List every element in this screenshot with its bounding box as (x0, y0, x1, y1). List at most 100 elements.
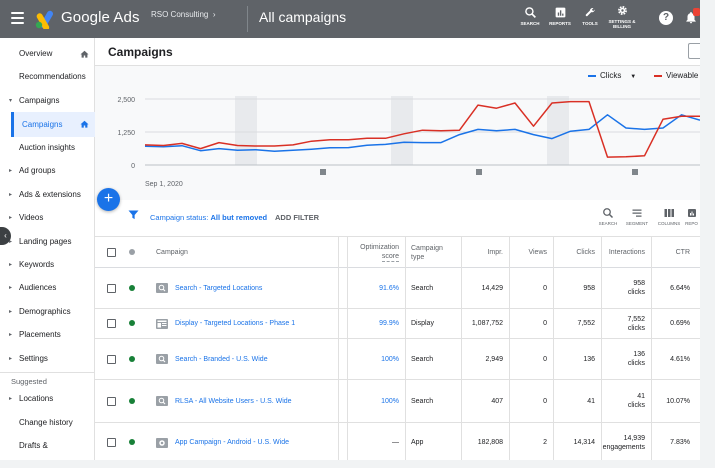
app-campaign-icon (156, 437, 168, 448)
sidebar-item-drafts[interactable]: Drafts & (0, 435, 95, 457)
topbar-search-button[interactable]: SEARCH (513, 6, 547, 26)
table-row[interactable]: Search - Targeted Locations 91.6% Search… (95, 268, 700, 309)
column-header-campaign[interactable]: Campaign (150, 237, 340, 268)
table-row[interactable]: App Campaign - Android - U.S. Wide — App… (95, 423, 700, 463)
sidebar-item-locations[interactable]: ▸ Locations (0, 388, 95, 410)
reports-button[interactable]: REPO (683, 207, 700, 226)
caret-right-icon: ▸ (9, 396, 13, 402)
sidebar-item-audiences[interactable]: ▸ Audiences (0, 277, 95, 299)
topbar-reports-button[interactable]: REPORTS (543, 6, 577, 26)
enabled-status-dot[interactable] (129, 398, 135, 404)
search-campaign-icon (156, 396, 168, 406)
weekend-band (235, 96, 257, 165)
sidebar-item-campaigns-group[interactable]: ▾ Campaigns (0, 90, 95, 112)
account-name: RSO Consulting (151, 10, 209, 19)
annotation-marker (632, 169, 638, 175)
add-campaign-button[interactable]: + (97, 188, 120, 211)
sidebar-item-change-history[interactable]: Change history (0, 412, 95, 434)
campaign-name-link[interactable]: App Campaign - Android - U.S. Wide (150, 423, 345, 462)
metric-selector-viewable[interactable]: Viewable (654, 71, 698, 80)
add-filter-button[interactable]: ADD FILTER (275, 213, 319, 222)
clicks-value: 958 (583, 284, 595, 292)
sidebar-item-overview[interactable]: Overview (0, 43, 95, 65)
column-header-interactions[interactable]: Interactions (601, 237, 651, 268)
ctr-value: 4.61% (670, 355, 690, 363)
optimization-score[interactable]: 91.6% (347, 268, 405, 308)
row-checkbox[interactable] (107, 355, 116, 364)
sidebar-item-label: Campaigns (22, 120, 63, 129)
sidebar-item-campaigns[interactable]: Campaigns (11, 112, 95, 137)
optimization-score[interactable]: 100% (347, 339, 405, 379)
table-row[interactable]: RLSA - All Website Users - U.S. Wide 100… (95, 380, 700, 423)
optimization-score: — (392, 439, 399, 446)
column-header-views[interactable]: Views (509, 237, 553, 268)
campaign-name-link[interactable]: Search - Targeted Locations (150, 268, 345, 308)
column-header-ctr[interactable]: CTR (651, 237, 696, 268)
segment-button[interactable]: SEGMENT (622, 207, 652, 226)
interactions-unit: clicks (627, 289, 645, 296)
column-header-optimization-score[interactable]: Optimization score (347, 237, 405, 268)
sidebar-item-videos[interactable]: ▸ Videos (0, 207, 95, 229)
enabled-status-dot[interactable] (129, 285, 135, 291)
campaign-name-link[interactable]: Search - Branded - U.S. Wide (150, 339, 345, 379)
campaign-name-link[interactable]: RLSA - All Website Users - U.S. Wide (150, 380, 345, 422)
help-icon[interactable]: ? (659, 11, 673, 25)
sidebar-item-auction-insights[interactable]: Auction insights (0, 137, 95, 159)
sidebar-item-demographics[interactable]: ▸ Demographics (0, 301, 95, 323)
sidebar-item-keywords[interactable]: ▸ Keywords (0, 254, 95, 276)
search-campaign-icon (156, 354, 168, 364)
optimization-score[interactable]: 99.9% (347, 309, 405, 338)
enabled-status-dot[interactable] (129, 320, 135, 326)
sidebar-item-recommendations[interactable]: Recommendations (0, 66, 95, 88)
y-tick-label: 1,250 (117, 130, 135, 137)
column-header-campaign-type[interactable]: Campaign type (405, 237, 461, 268)
sidebar-item-ad-groups[interactable]: ▸ Ad groups (0, 160, 95, 182)
google-ads-app: Google Ads RSO Consulting › All campaign… (0, 0, 715, 468)
sidebar-item-landing-pages[interactable]: ▸ Landing pages (0, 231, 95, 253)
column-header-impressions[interactable]: Impr. (461, 237, 509, 268)
caret-right-icon: ▸ (9, 192, 13, 198)
menu-icon[interactable] (11, 12, 24, 24)
campaign-type: App (411, 439, 424, 446)
campaign-name-link[interactable]: Display - Targeted Locations - Phase 1 (150, 309, 345, 338)
row-checkbox[interactable] (107, 284, 116, 293)
row-checkbox[interactable] (107, 438, 116, 447)
sidebar-item-settings[interactable]: ▸ Settings (0, 348, 95, 370)
sidebar-item-ads-extensions[interactable]: ▸ Ads & extensions (0, 184, 95, 206)
sidebar-item-label: Ads & extensions (19, 190, 81, 199)
filter-icon[interactable] (128, 210, 139, 220)
header-label: Interactions (608, 249, 645, 256)
series-line-clicks (144, 114, 701, 153)
column-header-clicks[interactable]: Clicks (553, 237, 601, 268)
date-range-picker[interactable] (688, 43, 700, 59)
caret-right-icon: ▸ (9, 309, 13, 315)
topbar-tools-button[interactable]: TOOLS (573, 6, 607, 26)
row-checkbox[interactable] (107, 397, 116, 406)
columns-icon (664, 209, 674, 217)
enabled-status-dot[interactable] (129, 356, 135, 362)
table-row[interactable]: Display - Targeted Locations - Phase 1 9… (95, 309, 700, 339)
impressions-value: 1,087,752 (471, 320, 503, 327)
select-all-checkbox[interactable] (107, 248, 116, 257)
campaign-status-filter[interactable]: Campaign status: All but removed (150, 213, 267, 222)
interactions-unit: clicks (627, 324, 645, 332)
interactions-count: 958 (633, 280, 645, 287)
table-row[interactable]: Search - Branded - U.S. Wide 100% Search… (95, 339, 700, 380)
interactions-value: 958 clicks (601, 268, 651, 308)
columns-button[interactable]: COLUMNS (654, 207, 684, 226)
header-label: Impr. (487, 249, 503, 256)
row-checkbox[interactable] (107, 319, 116, 328)
sidebar-divider (0, 372, 95, 373)
enabled-status-dot[interactable] (129, 439, 135, 445)
optimization-score[interactable]: 100% (347, 380, 405, 422)
interactions-count: 14,939 (623, 434, 645, 442)
header-label: score (381, 253, 399, 262)
table-search-button[interactable]: SEARCH (593, 207, 623, 226)
campaign-name: App Campaign - Android - U.S. Wide (175, 439, 289, 446)
metric-selector-clicks[interactable]: Clicks ▼ (588, 71, 636, 80)
interactions-count: 136 (633, 351, 645, 358)
sidebar-item-placements[interactable]: ▸ Placements (0, 324, 95, 346)
topbar-settings-billing-button[interactable]: SETTINGS & BILLING (605, 4, 639, 29)
top-bar: Google Ads RSO Consulting › All campaign… (0, 0, 700, 38)
account-selector[interactable]: RSO Consulting › (151, 10, 215, 19)
